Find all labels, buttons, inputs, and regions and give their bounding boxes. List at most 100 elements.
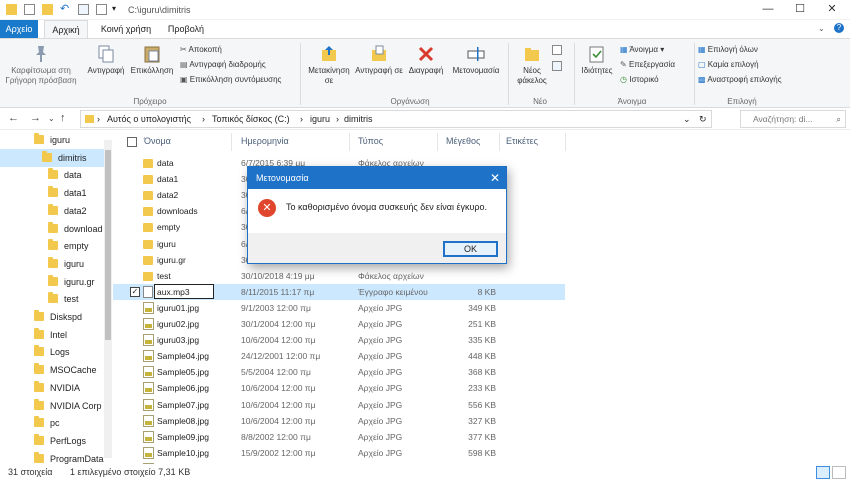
- large-icons-view-icon[interactable]: [832, 466, 846, 479]
- history-button[interactable]: ◷ Ιστορικό: [620, 75, 659, 85]
- nav-item[interactable]: NVIDIA: [0, 379, 112, 397]
- file-row[interactable]: Sample08.jpg 10/6/2004 12:00 πμ Αρχείο JPG…: [113, 413, 565, 429]
- open-button[interactable]: ▦ Άνοιγμα ▾: [620, 45, 664, 55]
- invert-selection-button[interactable]: ▩ Αναστροφή επιλογής: [698, 75, 782, 85]
- nav-item[interactable]: download: [0, 220, 112, 238]
- nav-item[interactable]: iguru: [0, 255, 112, 273]
- column-header-type[interactable]: Τύπος: [358, 136, 383, 146]
- properties-button[interactable]: Ιδιότητες: [576, 45, 618, 76]
- new-item-icon[interactable]: [552, 45, 562, 55]
- rename-button[interactable]: Μετονομασία: [448, 45, 504, 76]
- nav-item[interactable]: iguru: [0, 131, 112, 149]
- new-folder-icon[interactable]: [42, 4, 53, 15]
- paste-shortcut-button[interactable]: ▣ Επικόλληση συντόμευσης: [180, 75, 281, 85]
- column-separator[interactable]: [231, 133, 232, 151]
- new-folder-button[interactable]: Νέος φάκελος: [512, 45, 552, 86]
- row-checkbox[interactable]: ✓: [130, 286, 140, 297]
- copy-path-button[interactable]: ▤ Αντιγραφή διαδρομής: [180, 60, 266, 70]
- file-row[interactable]: Sample09.jpg 8/8/2002 12:00 πμ Αρχείο JPG 3…: [113, 429, 565, 445]
- edit-button[interactable]: ✎ Επεξεργασία: [620, 60, 675, 70]
- recent-chevron-icon[interactable]: ⌄: [48, 114, 55, 123]
- column-separator[interactable]: [499, 133, 500, 151]
- refresh-icon[interactable]: ↻: [699, 114, 707, 125]
- nav-item[interactable]: data2: [0, 202, 112, 220]
- nav-item[interactable]: pc: [0, 414, 112, 432]
- column-separator[interactable]: [349, 133, 350, 151]
- breadcrumb-local-disk[interactable]: Τοπικός δίσκος (C:): [212, 114, 290, 124]
- paste-shortcut-label: Επικόλληση συντόμευσης: [189, 75, 282, 84]
- details-view-icon[interactable]: [816, 466, 830, 479]
- file-size: 233 KB: [468, 383, 496, 394]
- forward-arrow-icon[interactable]: →: [30, 112, 41, 124]
- paste-button[interactable]: Επικόλληση: [130, 45, 174, 76]
- pin-button[interactable]: Καρφίτσωμα στη Γρήγορη πρόσβαση: [4, 45, 78, 86]
- copy-button[interactable]: Αντιγραφή: [84, 45, 128, 76]
- nav-item[interactable]: Intel: [0, 326, 112, 344]
- tab-file[interactable]: Αρχείο: [0, 20, 38, 38]
- maximize-button[interactable]: ☐: [784, 0, 816, 20]
- column-separator[interactable]: [437, 133, 438, 151]
- column-separator[interactable]: [565, 133, 566, 151]
- tab-share[interactable]: Κοινή χρήση: [96, 20, 156, 38]
- file-row[interactable]: ✓ aux.mp3 8/11/2015 11:17 πμ Έγγραφο κειμέν…: [113, 283, 565, 300]
- document-icon[interactable]: [96, 4, 107, 15]
- nav-item[interactable]: dimitris: [0, 148, 112, 167]
- copy-to-button[interactable]: Αντιγραφή σε: [354, 45, 404, 76]
- nav-scrollbar-thumb[interactable]: [105, 150, 111, 340]
- nav-item[interactable]: data: [0, 166, 112, 184]
- nav-item[interactable]: Diskspd: [0, 308, 112, 326]
- file-row[interactable]: Sample05.jpg 5/5/2004 12:00 πμ Αρχείο JPG 3…: [113, 364, 565, 380]
- tab-view[interactable]: Προβολή: [164, 20, 208, 38]
- ok-button[interactable]: OK: [443, 241, 498, 257]
- select-all-button[interactable]: ▦ Επιλογή όλων: [698, 45, 758, 55]
- file-row[interactable]: Sample07.jpg 10/6/2004 12:00 πμ Αρχείο JPG…: [113, 397, 565, 413]
- chevron-down-icon[interactable]: ▾: [112, 4, 123, 15]
- nav-item[interactable]: MSOCache: [0, 361, 112, 379]
- file-row[interactable]: Sample06.jpg 10/6/2004 12:00 πμ Αρχείο JPG…: [113, 380, 565, 396]
- cut-button[interactable]: ✂ Αποκοπή: [180, 45, 222, 55]
- help-icon[interactable]: ?: [834, 23, 844, 33]
- check-icon[interactable]: [78, 4, 89, 15]
- nav-item[interactable]: data1: [0, 184, 112, 202]
- file-row[interactable]: test 30/10/2018 4:19 μμ Φάκελος αρχείων: [113, 268, 565, 284]
- column-header-tags[interactable]: Ετικέτες: [506, 136, 538, 146]
- tab-home[interactable]: Αρχική: [44, 20, 88, 38]
- nav-item[interactable]: ProgramData: [0, 450, 112, 464]
- breadcrumb-this-pc[interactable]: Αυτός ο υπολογιστής: [107, 114, 191, 124]
- file-row[interactable]: iguru02.jpg 30/1/2004 12:00 πμ Αρχείο JPG 2…: [113, 316, 565, 332]
- column-header-date[interactable]: Ημερομηνία: [241, 136, 289, 146]
- properties-icon[interactable]: [24, 4, 35, 15]
- easy-access-icon[interactable]: [552, 61, 562, 71]
- delete-button[interactable]: Διαγραφή: [404, 45, 448, 76]
- up-arrow-icon[interactable]: ↑: [60, 112, 66, 124]
- nav-item[interactable]: NVIDIA Corp: [0, 397, 112, 415]
- select-none-button[interactable]: ▢ Καμία επιλογή: [698, 60, 759, 70]
- nav-item[interactable]: test: [0, 290, 112, 308]
- file-row[interactable]: iguru01.jpg 9/1/2003 12:00 πμ Αρχείο JPG 34…: [113, 300, 565, 316]
- search-input[interactable]: Αναζήτηση: di... ⌕: [740, 110, 846, 128]
- nav-item[interactable]: empty: [0, 237, 112, 255]
- chevron-down-icon[interactable]: ⌄: [683, 114, 691, 125]
- nav-item[interactable]: Logs: [0, 343, 112, 361]
- address-bar[interactable]: › Αυτός ο υπολογιστής › Τοπικός δίσκος (…: [80, 110, 712, 128]
- folder-icon: [48, 239, 58, 251]
- nav-item[interactable]: PerfLogs: [0, 432, 112, 450]
- close-button[interactable]: ✕: [816, 0, 848, 20]
- breadcrumb-iguru[interactable]: iguru: [310, 114, 330, 124]
- minimize-button[interactable]: —: [752, 0, 784, 20]
- back-arrow-icon[interactable]: ←: [8, 112, 19, 124]
- column-header-name[interactable]: Όνομα: [144, 136, 171, 146]
- breadcrumb-dimitris[interactable]: dimitris: [344, 114, 373, 124]
- undo-icon[interactable]: ↶: [60, 4, 71, 15]
- rename-input[interactable]: aux.mp3: [154, 283, 214, 299]
- dialog-close-button[interactable]: ✕: [490, 167, 500, 189]
- select-all-checkbox[interactable]: [127, 137, 137, 147]
- file-row[interactable]: Sample04.jpg 24/12/2001 12:00 πμ Αρχείο JP…: [113, 348, 565, 364]
- column-header-size[interactable]: Μέγεθος: [446, 136, 480, 146]
- chevron-down-icon[interactable]: ⌄: [818, 24, 825, 33]
- nav-item[interactable]: iguru.gr: [0, 273, 112, 291]
- file-row[interactable]: Sample10.jpg 15/9/2002 12:00 πμ Αρχείο JPG…: [113, 445, 565, 461]
- organize-group-label: Οργάνωση: [390, 97, 430, 106]
- file-row[interactable]: iguru03.jpg 10/6/2004 12:00 πμ Αρχείο JPG 3…: [113, 332, 565, 348]
- move-to-button[interactable]: Μετακίνηση σε: [304, 45, 354, 86]
